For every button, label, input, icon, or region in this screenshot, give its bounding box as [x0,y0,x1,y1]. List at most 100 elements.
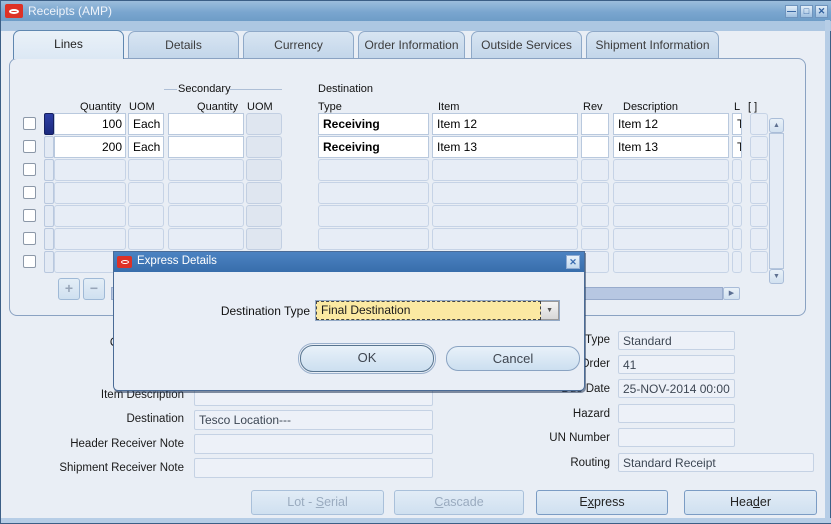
cell-secondary-quantity[interactable] [168,113,244,135]
cell-destination-type[interactable]: Receiving [318,113,429,135]
ok-button[interactable]: OK [298,343,436,374]
cell-secondary-quantity[interactable] [168,205,244,227]
cell-quantity[interactable] [54,182,126,204]
cell-item[interactable]: Item 13 [432,136,578,158]
cell-item[interactable] [432,205,578,227]
row-selector[interactable] [44,113,54,135]
cell-truncated[interactable]: T [732,113,742,135]
scroll-right-button[interactable]: ▶ [723,287,740,300]
cell-rev[interactable] [581,159,609,181]
cell-uom[interactable] [128,182,164,204]
row-selector[interactable] [44,159,54,181]
row-checkbox[interactable] [23,163,36,176]
cell-secondary-uom[interactable] [246,159,282,181]
vertical-scrollbar-track[interactable] [769,133,784,269]
cell-item[interactable] [432,228,578,250]
cell-flexfield[interactable] [750,113,768,135]
cell-uom[interactable]: Each [128,113,164,135]
cell-secondary-uom[interactable] [246,136,282,158]
cell-flexfield[interactable] [750,228,768,250]
cell-quantity[interactable] [54,205,126,227]
cell-rev[interactable] [581,182,609,204]
maximize-button[interactable]: □ [800,5,813,18]
cell-quantity[interactable]: 200 [54,136,126,158]
destination-type-value[interactable]: Final Destination [316,301,542,320]
cell-uom[interactable] [128,205,164,227]
tab-outside-services[interactable]: Outside Services [471,31,582,58]
cell-description[interactable] [613,251,729,273]
row-selector[interactable] [44,136,54,158]
cell-uom[interactable] [128,228,164,250]
row-selector[interactable] [44,251,54,273]
cell-description[interactable] [613,159,729,181]
cell-item[interactable] [432,182,578,204]
header-receiver-note-field[interactable] [194,434,433,454]
cell-uom[interactable] [128,159,164,181]
cell-flexfield[interactable] [750,182,768,204]
row-checkbox[interactable] [23,255,36,268]
cell-rev[interactable] [581,205,609,227]
cell-truncated[interactable] [732,251,742,273]
cell-secondary-quantity[interactable] [168,182,244,204]
scroll-down-button[interactable]: ▼ [769,269,784,284]
dialog-close-button[interactable]: ✕ [566,255,580,269]
tab-order-information[interactable]: Order Information [358,31,465,58]
cell-flexfield[interactable] [750,205,768,227]
minimize-button[interactable]: — [785,5,798,18]
cell-description[interactable] [613,205,729,227]
cell-item[interactable]: Item 12 [432,113,578,135]
cell-flexfield[interactable] [750,159,768,181]
tab-details[interactable]: Details [128,31,239,58]
cell-truncated[interactable] [732,205,742,227]
cell-description[interactable]: Item 12 [613,113,729,135]
row-checkbox[interactable] [23,117,36,130]
remove-row-button[interactable]: − [83,278,105,300]
row-checkbox[interactable] [23,140,36,153]
cell-secondary-quantity[interactable] [168,136,244,158]
close-button[interactable]: ✕ [815,5,828,18]
combobox-arrow-button[interactable]: ▼ [541,301,559,320]
cell-secondary-uom[interactable] [246,228,282,250]
row-selector[interactable] [44,228,54,250]
row-checkbox[interactable] [23,232,36,245]
cell-truncated[interactable] [732,182,742,204]
cell-secondary-uom[interactable] [246,182,282,204]
header-button[interactable]: Header [684,490,817,515]
cell-truncated[interactable] [732,228,742,250]
cell-item[interactable] [432,159,578,181]
cancel-button[interactable]: Cancel [446,346,580,371]
cell-quantity[interactable] [54,228,126,250]
cell-destination-type[interactable] [318,182,429,204]
cell-destination-type[interactable] [318,228,429,250]
add-row-button[interactable]: + [58,278,80,300]
cell-rev[interactable] [581,113,609,135]
cell-rev[interactable] [581,251,609,273]
row-selector[interactable] [44,205,54,227]
cell-description[interactable] [613,182,729,204]
row-checkbox[interactable] [23,186,36,199]
cell-destination-type[interactable] [318,205,429,227]
cell-secondary-quantity[interactable] [168,228,244,250]
cell-flexfield[interactable] [750,136,768,158]
cell-truncated[interactable]: T [732,136,742,158]
cell-destination-type[interactable] [318,159,429,181]
express-button[interactable]: Express [536,490,668,515]
destination-field[interactable]: Tesco Location--- [194,410,433,430]
cell-description[interactable] [613,228,729,250]
cell-uom[interactable]: Each [128,136,164,158]
row-checkbox[interactable] [23,209,36,222]
tab-currency[interactable]: Currency [243,31,354,58]
cell-quantity[interactable]: 100 [54,113,126,135]
cell-secondary-quantity[interactable] [168,159,244,181]
cell-secondary-uom[interactable] [246,205,282,227]
cell-description[interactable]: Item 13 [613,136,729,158]
cell-flexfield[interactable] [750,251,768,273]
tab-lines[interactable]: Lines [13,30,124,59]
cell-rev[interactable] [581,136,609,158]
destination-type-combobox[interactable]: Final Destination ▼ [315,300,560,321]
cell-truncated[interactable] [732,159,742,181]
cell-rev[interactable] [581,228,609,250]
cell-destination-type[interactable]: Receiving [318,136,429,158]
cell-secondary-uom[interactable] [246,113,282,135]
scroll-up-button[interactable]: ▲ [769,118,784,133]
